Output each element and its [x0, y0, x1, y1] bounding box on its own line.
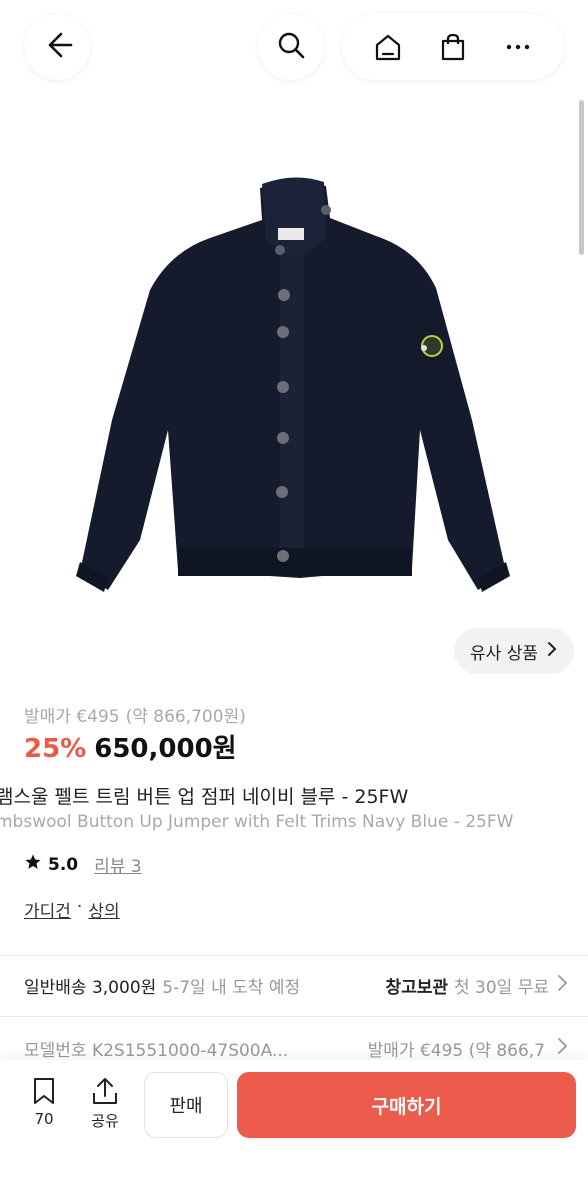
discount-rate: 25% [24, 734, 87, 764]
cart-button[interactable] [428, 22, 478, 72]
category-breadcrumb: 가디건 · 상의 [24, 897, 120, 922]
model-release-price-text: 발매가 €495 (약 866,7 [367, 1041, 545, 1061]
category-separator: · [76, 897, 83, 917]
back-button[interactable] [24, 14, 90, 80]
original-price-converted: (약 866,700원) [125, 707, 246, 727]
review-link[interactable]: 리뷰 3 [94, 852, 142, 877]
product-title-english: mbswool Button Up Jumper with Felt Trims… [0, 812, 514, 832]
shipping-eta: 5-7일 내 도착 예정 [162, 978, 301, 998]
wishlist-button[interactable]: 70 [22, 1076, 66, 1128]
storage-info: 창고보관 첫 30일 무료 [385, 973, 569, 998]
similar-products-label: 유사 상품 [470, 643, 538, 664]
search-button[interactable] [258, 14, 324, 80]
search-icon [276, 30, 306, 64]
home-icon [376, 34, 401, 61]
model-release-price: 발매가 €495 (약 866,7 [368, 1036, 569, 1061]
price-row: 25% 650,000원 [24, 728, 237, 765]
divider [0, 1016, 588, 1017]
sell-button[interactable]: 판매 [144, 1072, 228, 1138]
product-title-korean: 램스울 펠트 트림 버튼 업 점퍼 네이비 블루 - 25FW [0, 786, 409, 808]
more-icon [506, 44, 529, 50]
similar-products-button[interactable]: 유사 상품 [454, 628, 574, 674]
divider [0, 955, 588, 956]
buy-button[interactable]: 구매하기 [237, 1072, 576, 1138]
storage-sub: 첫 30일 무료 [454, 978, 549, 998]
shipping-row[interactable]: 일반배송 3,000원 5-7일 내 도착 예정 창고보관 첫 30일 무료 [24, 973, 569, 998]
home-button[interactable] [363, 22, 413, 72]
original-price: 발매가 €495 (약 866,700원) [24, 702, 246, 727]
chevron-right-icon [555, 1037, 569, 1060]
storage-label: 창고보관 [385, 978, 448, 998]
shopping-bag-icon [441, 33, 465, 61]
category-top-link[interactable]: 상의 [88, 897, 119, 922]
share-button[interactable]: 공유 [83, 1076, 127, 1131]
wishlist-count: 70 [34, 1110, 54, 1128]
original-price-label: 발매가 €495 [24, 707, 120, 727]
model-number: 모델번호 K2S1551000-47S00A... [24, 1041, 289, 1061]
model-info-row[interactable]: 모델번호 K2S1551000-47S00A... 발매가 €495 (약 86… [24, 1036, 569, 1061]
rating-score: 5.0 [48, 854, 79, 875]
star-icon [24, 853, 42, 876]
share-label: 공유 [91, 1112, 119, 1130]
back-arrow-icon [41, 29, 73, 65]
rating: 5.0 리뷰 3 [24, 852, 142, 877]
more-button[interactable] [493, 22, 543, 72]
chevron-right-icon [555, 974, 569, 997]
sale-price: 650,000원 [94, 734, 237, 764]
share-icon [93, 1078, 117, 1104]
shipping-main: 일반배송 3,000원 [24, 978, 157, 998]
category-cardigan-link[interactable]: 가디건 [24, 897, 71, 922]
product-image[interactable] [0, 100, 588, 660]
bookmark-icon [34, 1078, 54, 1104]
chevron-right-icon [546, 641, 558, 662]
header-actions [342, 14, 564, 80]
